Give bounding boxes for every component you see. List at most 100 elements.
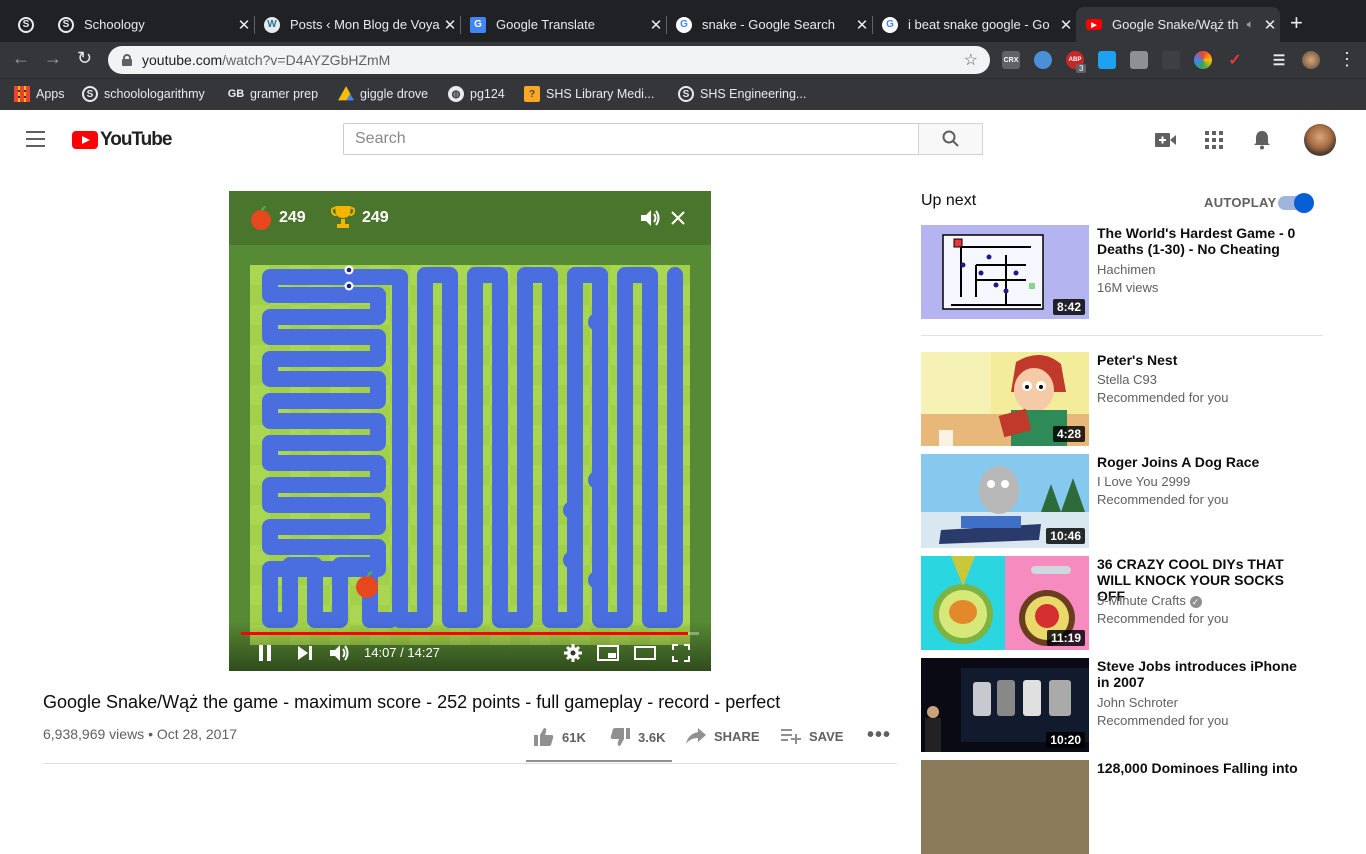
thumbs-down-icon	[610, 728, 630, 746]
video-duration: 11:19	[1046, 630, 1085, 646]
settings-gear-icon[interactable]	[564, 644, 582, 662]
recommended-video[interactable]: 4:28 Peter's Nest Stella C93 Recommended…	[921, 352, 1323, 446]
bookmark-pg124[interactable]: ◍ pg124	[448, 86, 505, 102]
video-thumbnail[interactable]: 10:20	[921, 658, 1089, 752]
video-thumbnail[interactable]	[921, 760, 1089, 854]
recommended-video[interactable]: 8:42 The World's Hardest Game - 0 Deaths…	[921, 225, 1323, 319]
like-button[interactable]: 61K	[534, 728, 586, 746]
pause-icon[interactable]	[258, 645, 272, 661]
channel-name[interactable]: Stella C93	[1097, 372, 1157, 387]
schoology-icon: S	[58, 16, 74, 33]
apps-grid-icon[interactable]	[1203, 129, 1225, 151]
bookmark-label: schoolologarithmy	[104, 87, 205, 101]
tab-google-translate[interactable]: G Google Translate ✕	[460, 7, 666, 42]
forward-arrow-icon[interactable]: →	[44, 48, 62, 69]
wordpress-icon: W	[264, 16, 280, 33]
create-video-icon[interactable]	[1155, 129, 1177, 151]
channel-name[interactable]: I Love You 2999	[1097, 474, 1190, 489]
tab-title: Google Snake/Wąż th	[1112, 17, 1239, 32]
close-icon[interactable]: ✕	[440, 16, 460, 34]
video-duration: 10:46	[1046, 528, 1085, 544]
tab-title: i beat snake google - Go	[908, 17, 1050, 32]
recommended-video[interactable]: 11:19 36 CRAZY COOL DIYs THAT WILL KNOCK…	[921, 556, 1323, 650]
video-meta: 16M views	[1097, 280, 1159, 295]
recommended-title[interactable]: Peter's Nest	[1097, 352, 1311, 368]
profile-avatar[interactable]	[1302, 51, 1320, 69]
back-arrow-icon[interactable]: ←	[12, 48, 30, 69]
more-actions-icon[interactable]: •••	[867, 724, 891, 747]
menu-dots-icon[interactable]: ⋮	[1338, 49, 1356, 70]
schoology-icon: S	[82, 86, 98, 102]
bookmark-star-icon[interactable]: ☆	[964, 50, 978, 70]
recommended-video[interactable]: 10:20 Steve Jobs introduces iPhone in 20…	[921, 658, 1323, 752]
channel-name[interactable]: Hachimen	[1097, 262, 1156, 277]
snake-game-board	[250, 265, 690, 645]
bookmark-giggle-drove[interactable]: giggle drove	[338, 86, 428, 102]
channel-name[interactable]: John Schroter	[1097, 695, 1178, 710]
save-button[interactable]: SAVE	[781, 728, 843, 744]
toggle-knob	[1294, 193, 1314, 213]
close-icon[interactable]: ✕	[646, 16, 666, 34]
theater-mode-icon[interactable]	[634, 646, 656, 660]
address-bar[interactable]: youtube.com/watch?v=D4AYZGbHZmM ☆	[108, 46, 990, 74]
hamburger-menu-icon[interactable]	[26, 131, 46, 147]
video-thumbnail[interactable]: 10:46	[921, 454, 1089, 548]
miniplayer-icon[interactable]	[597, 645, 619, 661]
volume-icon[interactable]	[330, 644, 350, 662]
autoplay-toggle[interactable]	[1278, 193, 1314, 213]
browser-toolbar: ← → ↻ youtube.com/watch?v=D4AYZGbHZmM ☆ …	[0, 42, 1366, 78]
fullscreen-icon[interactable]	[672, 644, 690, 662]
tab-google-search-2[interactable]: G i beat snake google - Go ✕	[872, 7, 1076, 42]
bookmark-shs-engineering[interactable]: S SHS Engineering...	[678, 86, 806, 102]
bookmark-shs-library[interactable]: ? SHS Library Medi...	[524, 86, 654, 102]
reload-icon[interactable]: ↻	[77, 48, 92, 69]
tab-google-search[interactable]: G snake - Google Search ✕	[666, 7, 872, 42]
crx-extension-icon[interactable]: CRX	[1002, 51, 1020, 69]
recommended-title[interactable]: The World's Hardest Game - 0 Deaths (1-3…	[1097, 225, 1311, 257]
search-input[interactable]: Search	[343, 123, 919, 155]
video-thumbnail[interactable]: 11:19	[921, 556, 1089, 650]
tab-wordpress[interactable]: W Posts ‹ Mon Blog de Voya ✕	[254, 7, 460, 42]
new-tab-button[interactable]: +	[1290, 12, 1303, 34]
speaker-icon[interactable]: 🔈︎	[1247, 17, 1254, 32]
recommended-title[interactable]: 128,000 Dominoes Falling into	[1097, 760, 1311, 776]
youtube-logo-text: YouTube	[100, 129, 172, 150]
dislike-button[interactable]: 3.6K	[610, 728, 665, 746]
volume-icon[interactable]	[640, 208, 662, 228]
video-thumbnail[interactable]: 4:28	[921, 352, 1089, 446]
tab-pinned-schoology[interactable]: S	[8, 7, 48, 42]
recommended-title[interactable]: Roger Joins A Dog Race	[1097, 454, 1311, 470]
next-icon[interactable]	[298, 646, 312, 660]
bookmark-schoology[interactable]: S schoolologarithmy	[82, 86, 205, 102]
video-meta: Recommended for you	[1097, 713, 1229, 728]
bookmark-gramer-prep[interactable]: GB gramer prep	[228, 86, 318, 102]
tab-schoology[interactable]: S Schoology ✕	[48, 7, 254, 42]
media-queue-icon[interactable]: ☰	[1270, 51, 1288, 69]
share-button[interactable]: SHARE	[686, 728, 760, 744]
video-player[interactable]: 249 249 14:07 / 14:27	[229, 191, 711, 671]
youtube-logo[interactable]: YouTube	[72, 129, 172, 151]
recommended-video[interactable]: 128,000 Dominoes Falling into	[921, 760, 1323, 854]
channel-name[interactable]: 5-Minute Crafts ✓	[1097, 593, 1202, 608]
notifications-bell-icon[interactable]	[1251, 129, 1273, 151]
close-icon[interactable]: ✕	[852, 16, 872, 34]
color-extension-icon[interactable]	[1194, 51, 1212, 69]
eyes-extension-icon[interactable]	[1034, 51, 1052, 69]
recommended-title[interactable]: Steve Jobs introduces iPhone in 2007	[1097, 658, 1311, 690]
close-icon[interactable]: ✕	[1056, 16, 1076, 34]
recommended-video[interactable]: 10:46 Roger Joins A Dog Race I Love You …	[921, 454, 1323, 548]
close-icon[interactable]: ✕	[234, 16, 254, 34]
video-meta: Recommended for you	[1097, 390, 1229, 405]
bookmark-apps[interactable]: Apps	[14, 86, 65, 102]
search-button[interactable]	[918, 123, 983, 155]
close-icon[interactable]	[671, 211, 685, 225]
check-extension-icon[interactable]: ✓	[1226, 51, 1244, 69]
user-avatar[interactable]	[1304, 124, 1336, 156]
video-thumbnail[interactable]: 8:42	[921, 225, 1089, 319]
close-icon[interactable]: ✕	[1260, 16, 1280, 34]
video-title: Google Snake/Wąż the game - maximum scor…	[43, 692, 781, 712]
extension-icon[interactable]	[1098, 51, 1116, 69]
tab-youtube-active[interactable]: ▶ Google Snake/Wąż th 🔈︎ ✕	[1076, 7, 1280, 42]
extension-icon[interactable]	[1162, 51, 1180, 69]
briefcase-extension-icon[interactable]	[1130, 51, 1148, 69]
